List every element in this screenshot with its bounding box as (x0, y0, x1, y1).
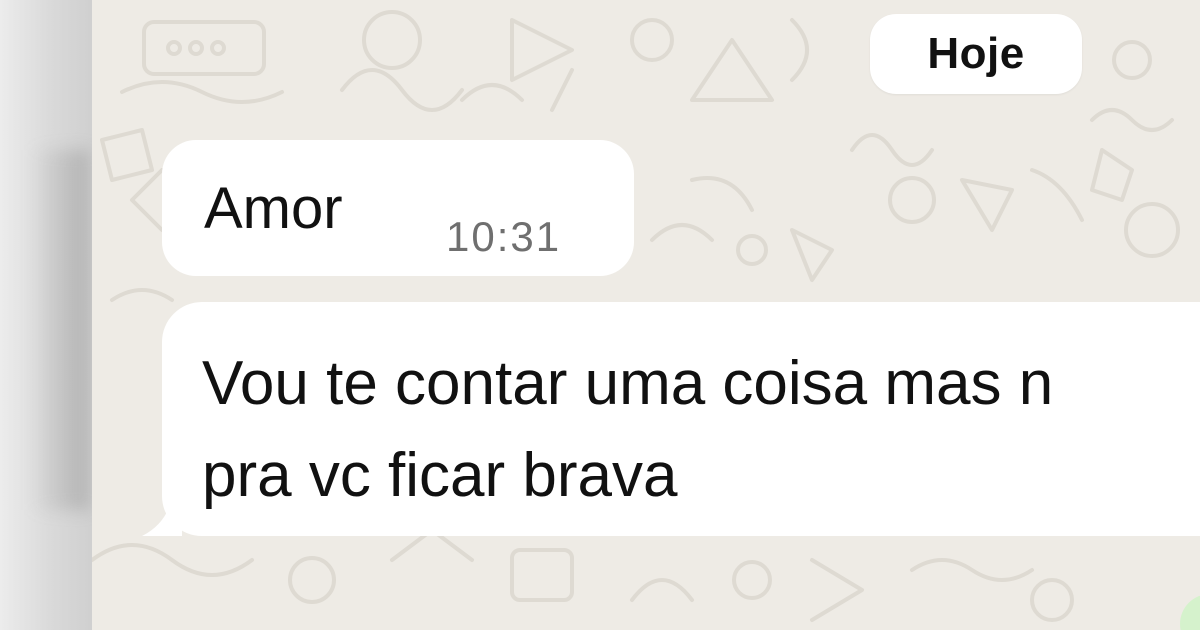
message-bubble[interactable]: Amor 10:31 (162, 140, 634, 276)
message-bubble[interactable]: Vou te contar uma coisa mas n pra vc fic… (162, 302, 1200, 536)
bubble-tail-icon (142, 498, 182, 536)
message-line: pra vc ficar brava (202, 441, 678, 510)
chat-background: Hoje Amor 10:31 Vou te contar uma coisa … (92, 0, 1200, 630)
message-timestamp: 10:31 (446, 213, 562, 260)
screenshot-frame: Hoje Amor 10:31 Vou te contar uma coisa … (0, 0, 1200, 630)
message-line: Vou te contar uma coisa mas n (202, 349, 1054, 418)
message-text: Vou te contar uma coisa mas n pra vc fic… (202, 338, 1200, 522)
left-edge-shadow (0, 0, 95, 630)
date-separator: Hoje (870, 14, 1082, 94)
message-text: Amor (204, 176, 343, 241)
